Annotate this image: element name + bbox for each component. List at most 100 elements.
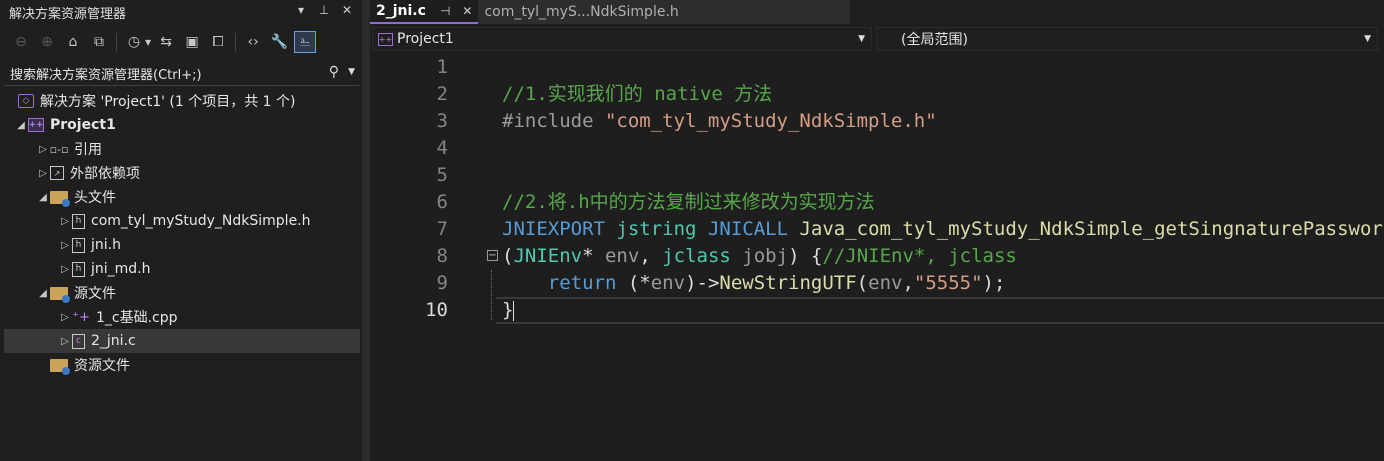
solution-explorer-panel: 解决方案资源管理器 ▾ ⊥ ✕ ⊖ ⊕ ⌂ ⧉ ◷ ▼ ⇆ ▣ ⧠ ‹› 🔧 ⎁… xyxy=(0,0,362,461)
code-token: "5555" xyxy=(913,272,983,294)
code-text: (JNIEnv* env, jclass jobj) {//JNIEnv*, j… xyxy=(502,243,1017,270)
show-all-files-icon[interactable]: ‹› xyxy=(242,31,264,53)
collapse-region-icon[interactable]: − xyxy=(487,250,498,261)
properties-wrench-icon[interactable]: 🔧 xyxy=(268,31,290,53)
scope-dropdown-value: (全局范围) xyxy=(901,32,968,48)
folder-icon xyxy=(50,358,70,375)
code-token: env xyxy=(868,272,903,294)
pin-icon[interactable]: ⊥ xyxy=(317,3,331,17)
tree-item[interactable]: ▷ c 2_jni.c xyxy=(4,329,360,353)
tree-item-label: jni.h xyxy=(91,237,121,253)
expanded-arrow-icon[interactable]: ◢ xyxy=(14,120,28,131)
solution-explorer-search-input[interactable]: 搜索解决方案资源管理器(Ctrl+;) ⚲ ▼ xyxy=(4,61,359,86)
code-token: JNIEXPORT xyxy=(502,218,605,240)
code-line[interactable]: 7 JNIEXPORT jstring JNICALL Java_com_tyl_… xyxy=(370,216,1384,243)
visual-studio-window: 解决方案资源管理器 ▾ ⊥ ✕ ⊖ ⊕ ⌂ ⧉ ◷ ▼ ⇆ ▣ ⧠ ‹› 🔧 ⎁… xyxy=(0,0,1384,461)
code-token: * xyxy=(582,245,605,267)
code-token: , xyxy=(639,245,663,267)
refresh-icon[interactable]: ▣ xyxy=(181,31,203,53)
tree-item[interactable]: ◢ 源文件 xyxy=(4,281,360,305)
search-options-chevron-down-icon[interactable]: ▼ xyxy=(348,67,355,77)
panel-splitter[interactable] xyxy=(362,0,370,461)
tree-item-label: 2_jni.c xyxy=(91,333,136,349)
collapsed-arrow-icon[interactable]: ▷ xyxy=(58,336,72,347)
tree-item[interactable]: 资源文件 xyxy=(4,353,360,377)
close-tab-icon[interactable]: ✕ xyxy=(462,4,472,18)
code-text: //2.将.h中的方法复制过来修改为实现方法 xyxy=(502,189,875,216)
scope-dropdown[interactable]: (全局范围) ▼ xyxy=(876,27,1378,51)
tab-2-jni-c[interactable]: 2_jni.c ⊣ ✕ xyxy=(370,0,479,24)
code-text: return (*env)->NewStringUTF(env,"5555"); xyxy=(502,270,1006,297)
line-number: 2 xyxy=(436,83,448,105)
code-line[interactable]: 3 #include "com_tyl_myStudy_NdkSimple.h" xyxy=(370,108,1384,135)
code-token: ); xyxy=(982,272,1006,294)
tab-label: 2_jni.c xyxy=(376,3,426,19)
tree-item[interactable]: ▷ ↗ 外部依赖项 xyxy=(4,161,360,185)
project-icon: ++ xyxy=(28,118,44,132)
home-icon[interactable]: ⌂ xyxy=(62,31,84,53)
code-token: JNICALL xyxy=(707,218,789,240)
code-line[interactable]: 10} xyxy=(370,297,1384,324)
code-token: #include xyxy=(502,110,605,132)
collapsed-arrow-icon[interactable]: ▷ xyxy=(58,216,72,227)
pin-tab-icon[interactable]: ⊣ xyxy=(440,4,450,18)
expanded-arrow-icon[interactable]: ◢ xyxy=(36,192,50,203)
code-token: jclass xyxy=(662,245,731,267)
c-file-icon: c xyxy=(72,333,85,349)
tree-item[interactable]: ◢ 头文件 xyxy=(4,185,360,209)
back-arrow-icon[interactable]: ⊖ xyxy=(10,31,32,53)
folder-icon xyxy=(50,190,70,207)
tab-com-tyl-header[interactable]: com_tyl_myS...NdkSimple.h xyxy=(478,0,851,24)
project-dropdown[interactable]: ++ Project1 ▼ xyxy=(372,27,872,51)
chevron-down-icon: ▼ xyxy=(858,34,865,44)
code-token: )-> xyxy=(685,272,720,294)
tree-item[interactable]: ◢ ++ Project1 xyxy=(4,113,360,137)
solution-tree: ◇ 解决方案 'Project1' (1 个项目，共 1 个) ◢ ++ Project… xyxy=(4,89,360,377)
code-line[interactable]: 1 xyxy=(370,54,1384,81)
code-text: //1.实现我们的 native 方法 xyxy=(502,81,772,108)
close-icon[interactable]: ✕ xyxy=(340,3,354,17)
indent-guide xyxy=(491,270,492,320)
code-line[interactable]: 5 xyxy=(370,162,1384,189)
tree-item[interactable]: ◇ 解决方案 'Project1' (1 个项目，共 1 个) xyxy=(4,89,360,113)
code-line[interactable]: 8 − (JNIEnv* env, jclass jobj) {//JNIEnv*,… xyxy=(370,243,1384,270)
sync-with-active-document-icon[interactable]: ⇆ xyxy=(155,31,177,53)
references-icon: ▫-▫ xyxy=(49,142,69,156)
code-line[interactable]: 9 return (*env)->NewStringUTF(env,"5555"… xyxy=(370,270,1384,297)
preview-selected-items-icon[interactable]: ⎁ xyxy=(294,31,317,53)
collapsed-arrow-icon[interactable]: ▷ xyxy=(36,144,50,155)
solution-icon: ◇ xyxy=(18,94,34,108)
line-number: 6 xyxy=(436,191,448,213)
code-area[interactable]: 1 2 //1.实现我们的 native 方法 3 #include "com_tyl_… xyxy=(370,54,1384,461)
panel-options-dropdown-icon[interactable]: ▾ xyxy=(294,3,308,17)
tree-item[interactable]: ▷ h jni.h xyxy=(4,233,360,257)
switch-views-icon[interactable]: ⧉ xyxy=(88,31,110,53)
collapsed-arrow-icon[interactable]: ▷ xyxy=(36,168,50,179)
code-line[interactable]: 4 xyxy=(370,135,1384,162)
project-dropdown-value: Project1 xyxy=(397,31,454,47)
pending-changes-filter-icon[interactable]: ◷ xyxy=(123,31,145,53)
code-token: ( xyxy=(502,245,514,267)
line-number: 5 xyxy=(436,164,448,186)
tree-item[interactable]: ▷ h com_tyl_myStudy_NdkSimple.h xyxy=(4,209,360,233)
chevron-down-icon[interactable]: ▼ xyxy=(145,38,151,47)
tree-item[interactable]: ▷ ▫-▫ 引用 xyxy=(4,137,360,161)
expanded-arrow-icon[interactable]: ◢ xyxy=(36,288,50,299)
forward-arrow-icon[interactable]: ⊕ xyxy=(36,31,58,53)
code-token: env xyxy=(650,272,686,294)
tree-item[interactable]: ▷ ⁺+ 1_c基础.cpp xyxy=(4,305,360,329)
cpp-file-icon: ⁺+ xyxy=(72,309,90,325)
search-icon[interactable]: ⚲ xyxy=(329,64,339,80)
code-line[interactable]: 6 //2.将.h中的方法复制过来修改为实现方法 xyxy=(370,189,1384,216)
collapsed-arrow-icon[interactable]: ▷ xyxy=(58,240,72,251)
line-number: 4 xyxy=(436,137,448,159)
code-line[interactable]: 2 //1.实现我们的 native 方法 xyxy=(370,81,1384,108)
tree-item-label: 源文件 xyxy=(74,286,116,302)
collapse-all-icon[interactable]: ⧠ xyxy=(207,31,229,53)
line-number: 9 xyxy=(436,272,448,294)
collapsed-arrow-icon[interactable]: ▷ xyxy=(58,264,72,275)
tree-item[interactable]: ▷ h jni_md.h xyxy=(4,257,360,281)
code-text: } xyxy=(502,297,515,324)
collapsed-arrow-icon[interactable]: ▷ xyxy=(58,312,72,323)
